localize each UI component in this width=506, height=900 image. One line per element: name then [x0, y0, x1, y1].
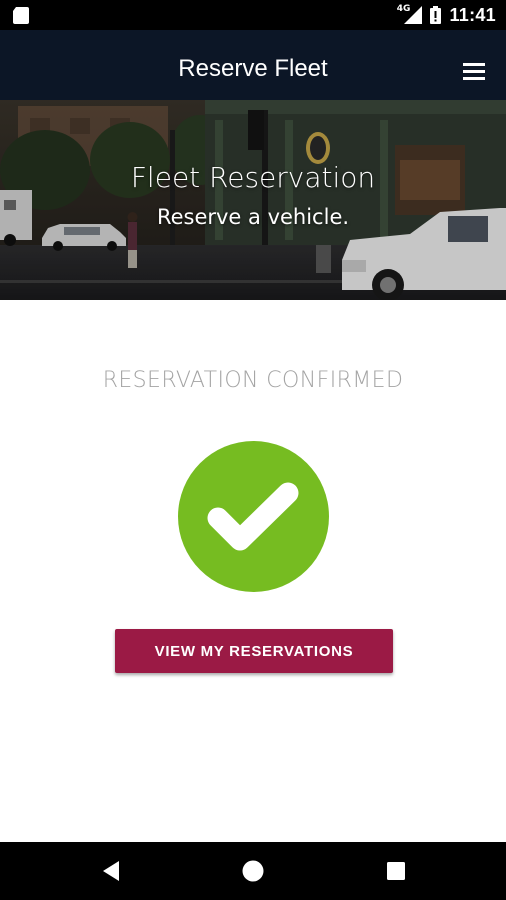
checkmark-circle-icon — [178, 441, 329, 592]
view-reservations-button[interactable]: VIEW MY RESERVATIONS — [115, 629, 393, 673]
back-icon[interactable] — [96, 856, 126, 886]
street-scene-image — [0, 100, 506, 300]
hero-title: Fleet Reservation — [130, 161, 376, 194]
hero-subtitle: Reserve a vehicle. — [156, 205, 350, 229]
menu-button[interactable] — [462, 61, 488, 83]
confirmation-heading: RESERVATION CONFIRMED — [102, 368, 404, 393]
app-title: Reserve Fleet — [178, 55, 328, 82]
hamburger-menu-icon — [463, 63, 485, 66]
sd-card-icon — [13, 7, 29, 24]
hero-banner: Fleet Reservation Reserve a vehicle. — [0, 100, 506, 300]
system-nav-bar — [0, 842, 506, 900]
status-bar: 4G 11:41 — [0, 0, 506, 30]
recents-icon[interactable] — [381, 856, 411, 886]
home-icon[interactable] — [238, 856, 268, 886]
app-bar: Reserve Fleet — [0, 30, 506, 100]
network-type: 4G — [396, 4, 411, 14]
battery-icon — [430, 6, 442, 24]
clock: 11:41 — [449, 4, 496, 25]
status-icons: 4G 11:41 — [397, 0, 496, 30]
